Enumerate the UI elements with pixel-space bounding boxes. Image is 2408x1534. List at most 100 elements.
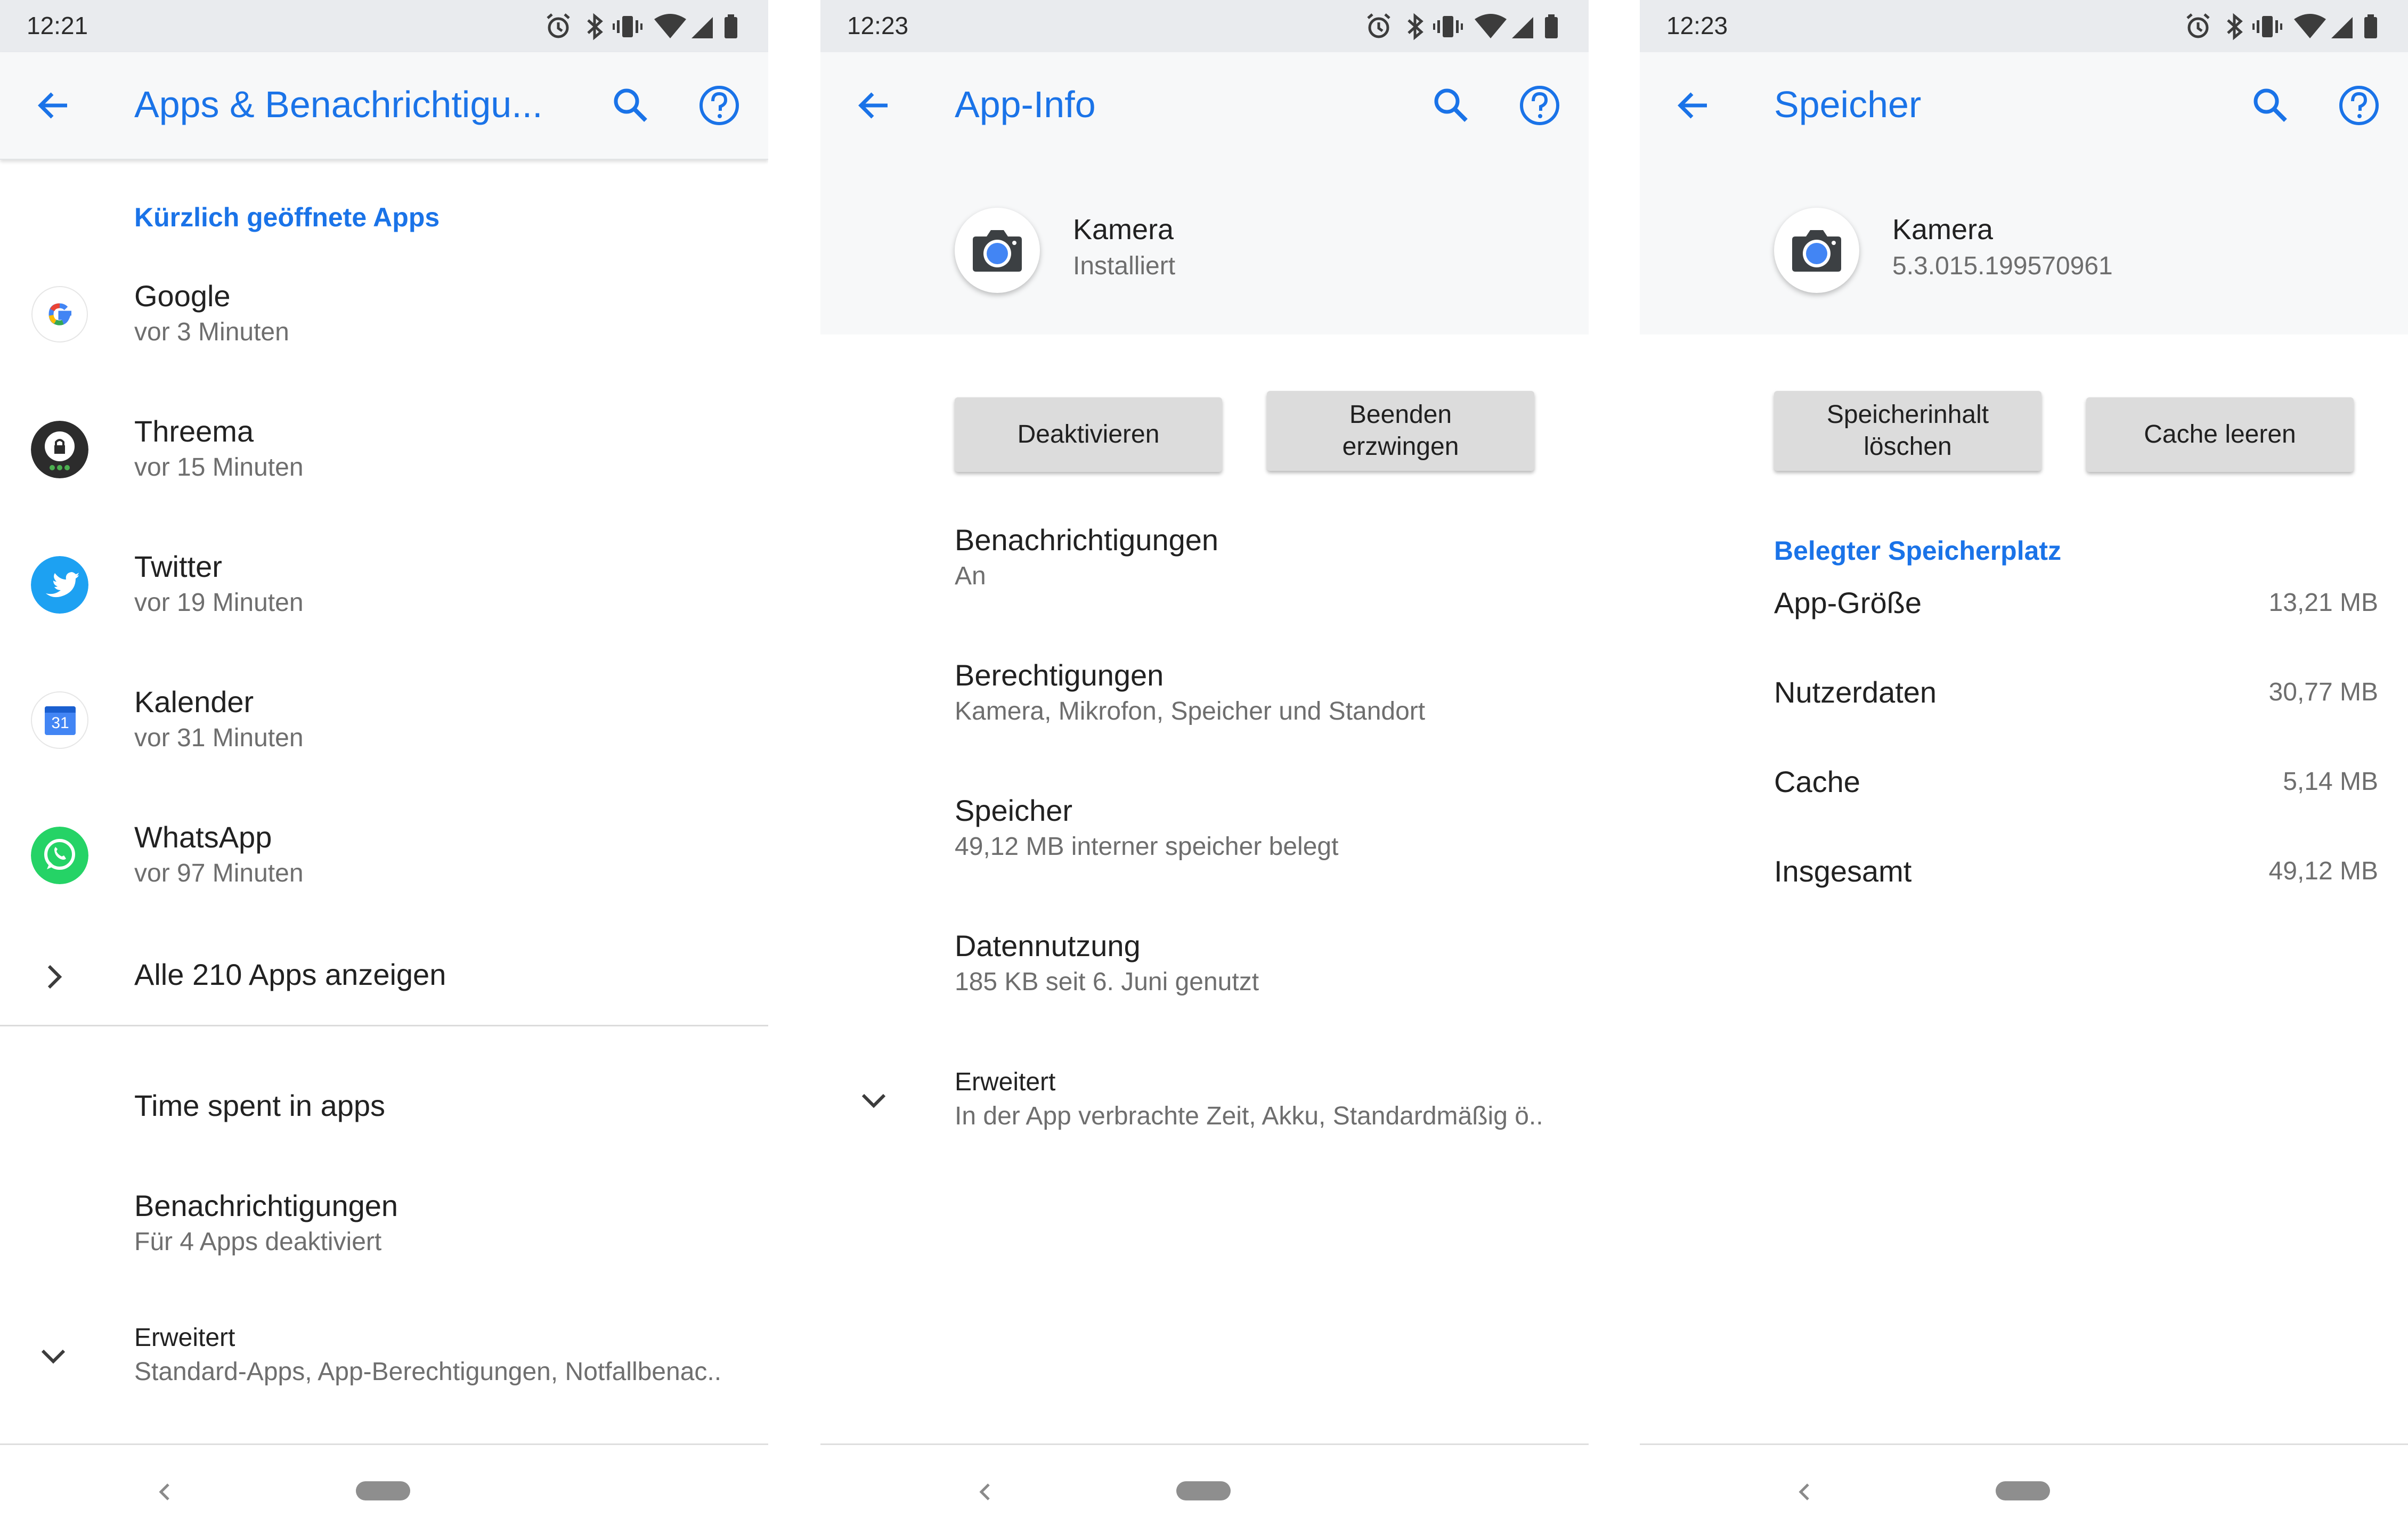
help-icon[interactable] [696, 82, 743, 129]
navigation-bar [0, 1443, 768, 1534]
app-last-used: vor 31 Minuten [134, 724, 304, 752]
clear-storage-label-line2: löschen [1864, 433, 1952, 461]
list-item-whatsapp[interactable]: WhatsApp vor 97 Minuten [0, 818, 768, 946]
search-icon[interactable] [1428, 82, 1475, 129]
advanced-title: Erweitert [134, 1324, 235, 1352]
storage-row-app-size: App-Größe 13,21 MB [1640, 582, 2408, 624]
signal-icon [692, 17, 713, 38]
calendar-day: 31 [51, 714, 69, 732]
alarm-icon [547, 13, 570, 38]
camera-app-icon [1774, 208, 1859, 293]
screen-app-info: 12:23 App-Info Kamera Installiert Deakti… [820, 0, 1589, 1534]
nav-back-icon[interactable] [1789, 1476, 1821, 1508]
nav-back-icon[interactable] [149, 1476, 181, 1508]
advanced-title: Erweitert [955, 1068, 1056, 1096]
app-bar: Apps & Benachrichtigu... [0, 52, 768, 160]
wifi-icon [1475, 14, 1507, 38]
advanced-row[interactable]: Erweitert In der App verbrachte Zeit, Ak… [820, 1065, 1589, 1156]
app-name: Kamera [1892, 214, 1994, 246]
storage-value: 49,12 MB [2268, 857, 2378, 885]
alarm-icon [2186, 13, 2210, 38]
storage-label: Cache [1774, 765, 1860, 798]
list-item-google[interactable]: Google vor 3 Minuten [0, 277, 768, 405]
storage-label: Nutzerdaten [1774, 675, 1937, 709]
battery-icon [2364, 14, 2377, 38]
app-last-used: vor 97 Minuten [134, 859, 304, 887]
advanced-subtitle: Standard-Apps, App-Berechtigungen, Notfa… [134, 1358, 722, 1386]
clear-cache-label: Cache leeren [2144, 420, 2296, 448]
back-arrow-icon[interactable] [850, 82, 897, 129]
help-icon[interactable] [2336, 82, 2382, 129]
screen-storage: 12:23 Speicher Kamera 5.3.015.199570961 … [1640, 0, 2408, 1534]
list-item-twitter[interactable]: Twitter vor 19 Minuten [0, 548, 768, 675]
status-time: 12:23 [847, 12, 909, 39]
app-bar: Speicher [1640, 52, 2408, 159]
vibrate-icon [2252, 16, 2282, 37]
show-all-apps-row[interactable]: Alle 210 Apps anzeigen [0, 953, 768, 1028]
navigation-bar [1640, 1443, 2408, 1534]
status-icons [547, 13, 737, 40]
storage-value: 30,77 MB [2268, 678, 2378, 706]
app-last-used: vor 3 Minuten [134, 318, 289, 346]
storage-row-cache: Cache 5,14 MB [1640, 761, 2408, 803]
status-bar: 12:23 [820, 0, 1589, 52]
status-icons [1367, 13, 1558, 40]
storage-value: 5,14 MB [2283, 768, 2378, 796]
app-name: WhatsApp [134, 820, 272, 854]
advanced-subtitle: In der App verbrachte Zeit, Akku, Standa… [955, 1102, 1543, 1130]
notifications-row[interactable]: Benachrichtigungen Für 4 Apps deaktivier… [0, 1187, 768, 1277]
advanced-row[interactable]: Erweitert Standard-Apps, App-Berechtigun… [0, 1321, 768, 1411]
wifi-icon [2294, 14, 2326, 38]
alarm-icon [1367, 13, 1390, 38]
status-bar: 12:23 [1640, 0, 2408, 52]
search-icon[interactable] [607, 82, 654, 129]
search-icon[interactable] [2247, 82, 2294, 129]
twitter-icon [31, 556, 88, 614]
storage-label: Insgesamt [1774, 854, 1912, 888]
divider [0, 1025, 768, 1026]
google-icon [31, 286, 88, 342]
chevron-down-icon [41, 1349, 66, 1364]
list-item-storage[interactable]: Speicher 49,12 MB interner speicher bele… [820, 792, 1589, 898]
app-name: Kamera [1073, 214, 1174, 246]
vibrate-icon [613, 16, 642, 37]
camera-icon [973, 230, 1022, 272]
status-time: 12:23 [1666, 12, 1728, 39]
nav-home-pill[interactable] [1176, 1481, 1231, 1500]
nav-home-pill[interactable] [1996, 1481, 2050, 1500]
list-item-notifications[interactable]: Benachrichtigungen An [820, 521, 1589, 627]
calendar-icon: 31 [31, 691, 88, 749]
help-icon[interactable] [1516, 82, 1563, 129]
vibrate-icon [1433, 16, 1463, 37]
force-stop-button[interactable]: Beenden erzwingen [1267, 391, 1534, 471]
time-spent-row[interactable]: Time spent in apps [0, 1087, 768, 1145]
list-item-permissions[interactable]: Berechtigungen Kamera, Mikrofon, Speiche… [820, 656, 1589, 763]
back-arrow-icon[interactable] [30, 82, 77, 129]
whatsapp-icon [31, 827, 88, 884]
clear-cache-button[interactable]: Cache leeren [2086, 397, 2354, 472]
battery-icon [725, 14, 737, 38]
back-arrow-icon[interactable] [1670, 82, 1716, 129]
app-last-used: vor 19 Minuten [134, 589, 304, 617]
screenshot-collage: 12:21 Apps & Benachrichtigu... Kürzlich … [0, 0, 2408, 1534]
notifications-title: Benachrichtigungen [134, 1189, 398, 1222]
list-item-data-usage[interactable]: Datennutzung 185 KB seit 6. Juni genutzt [820, 927, 1589, 1033]
wifi-icon [654, 14, 686, 38]
page-title: Speicher [1774, 84, 1922, 125]
list-item-calendar[interactable]: 31 Kalender vor 31 Minuten [0, 683, 768, 811]
camera-app-icon [955, 208, 1040, 293]
time-spent-label: Time spent in apps [134, 1089, 386, 1122]
app-version: 5.3.015.199570961 [1892, 252, 2113, 280]
item-subtitle: 49,12 MB interner speicher belegt [955, 833, 1339, 861]
disable-button[interactable]: Deaktivieren [955, 397, 1222, 472]
nav-home-pill[interactable] [356, 1481, 410, 1500]
clear-storage-button[interactable]: Speicherinhalt löschen [1774, 391, 2041, 471]
threema-icon [31, 421, 88, 478]
app-name: Google [134, 279, 231, 313]
bluetooth-icon [587, 13, 603, 40]
storage-row-user-data: Nutzerdaten 30,77 MB [1640, 671, 2408, 714]
battery-icon [1545, 14, 1558, 38]
item-title: Berechtigungen [955, 658, 1164, 692]
nav-back-icon[interactable] [970, 1476, 1002, 1508]
list-item-threema[interactable]: Threema vor 15 Minuten [0, 412, 768, 540]
